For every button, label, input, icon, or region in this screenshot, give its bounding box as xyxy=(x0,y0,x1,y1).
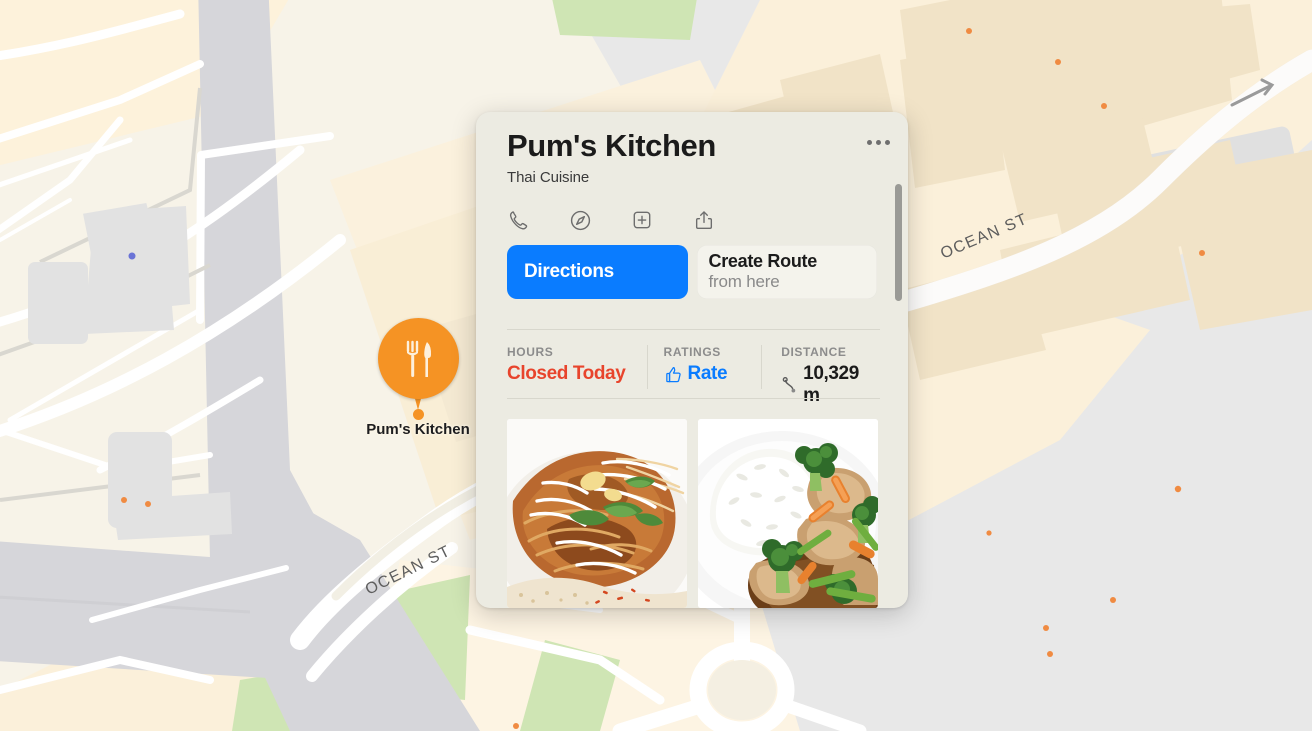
stat-hours-value: Closed Today xyxy=(507,363,626,384)
stat-hours: HOURS Closed Today xyxy=(507,345,647,385)
divider-above-stats xyxy=(507,329,880,330)
place-header: Pum's Kitchen Thai Cuisine xyxy=(507,128,888,186)
route-icon xyxy=(782,376,796,392)
directions-button[interactable]: Directions xyxy=(507,245,688,299)
add-box-icon xyxy=(633,211,651,229)
stat-ratings-value: Rate xyxy=(687,363,728,384)
divider-below-stats xyxy=(507,398,880,399)
ellipsis-dot xyxy=(885,140,890,145)
stat-distance-caption: DISTANCE xyxy=(781,345,847,359)
photo-pad-thai[interactable] xyxy=(507,419,687,608)
photo-rice-broccoli[interactable] xyxy=(698,419,878,608)
pad-thai-image xyxy=(507,419,687,608)
pin-balloon[interactable] xyxy=(378,318,459,399)
create-route-title: Create Route xyxy=(708,251,818,272)
compass-button[interactable] xyxy=(568,208,592,232)
stat-divider xyxy=(761,345,763,389)
add-to-guide-button[interactable] xyxy=(630,208,654,232)
quick-action-row xyxy=(506,208,716,232)
place-category: Thai Cuisine xyxy=(507,168,590,186)
ellipsis-dot xyxy=(867,140,872,145)
pin-anchor-dot xyxy=(413,409,424,420)
page-title: Pum's Kitchen xyxy=(507,128,716,163)
more-options-button[interactable] xyxy=(863,134,894,151)
share-button[interactable] xyxy=(692,208,716,232)
thumbs-up-icon xyxy=(665,366,681,382)
rate-link[interactable]: Rate xyxy=(664,363,762,385)
fork-knife-icon xyxy=(406,340,431,377)
stat-divider xyxy=(646,345,648,389)
stat-hours-caption: HOURS xyxy=(507,345,554,359)
place-card: Pum's Kitchen Thai Cuisine Directions Cr… xyxy=(476,112,908,608)
ellipsis-dot xyxy=(876,140,881,145)
create-route-button[interactable]: Create Route from here xyxy=(696,245,877,299)
action-button-row: Directions Create Route from here xyxy=(507,245,877,299)
stat-ratings-caption: RATINGS xyxy=(663,345,721,359)
map-application: OCEAN ST OCEAN ST Pum's Kitchen Pum's Ki… xyxy=(0,0,1312,731)
stat-distance-value: 10,329 m xyxy=(803,363,859,406)
stat-ratings[interactable]: RATINGS Rate xyxy=(646,345,762,389)
share-icon xyxy=(695,211,713,229)
create-route-subtitle: from here xyxy=(708,272,780,292)
compass-icon xyxy=(570,210,590,230)
card-scrollbar[interactable] xyxy=(895,184,902,301)
phone-button[interactable] xyxy=(506,208,530,232)
phone-icon xyxy=(509,211,528,230)
photo-gallery xyxy=(507,419,878,608)
rice-broccoli-image xyxy=(698,419,878,608)
